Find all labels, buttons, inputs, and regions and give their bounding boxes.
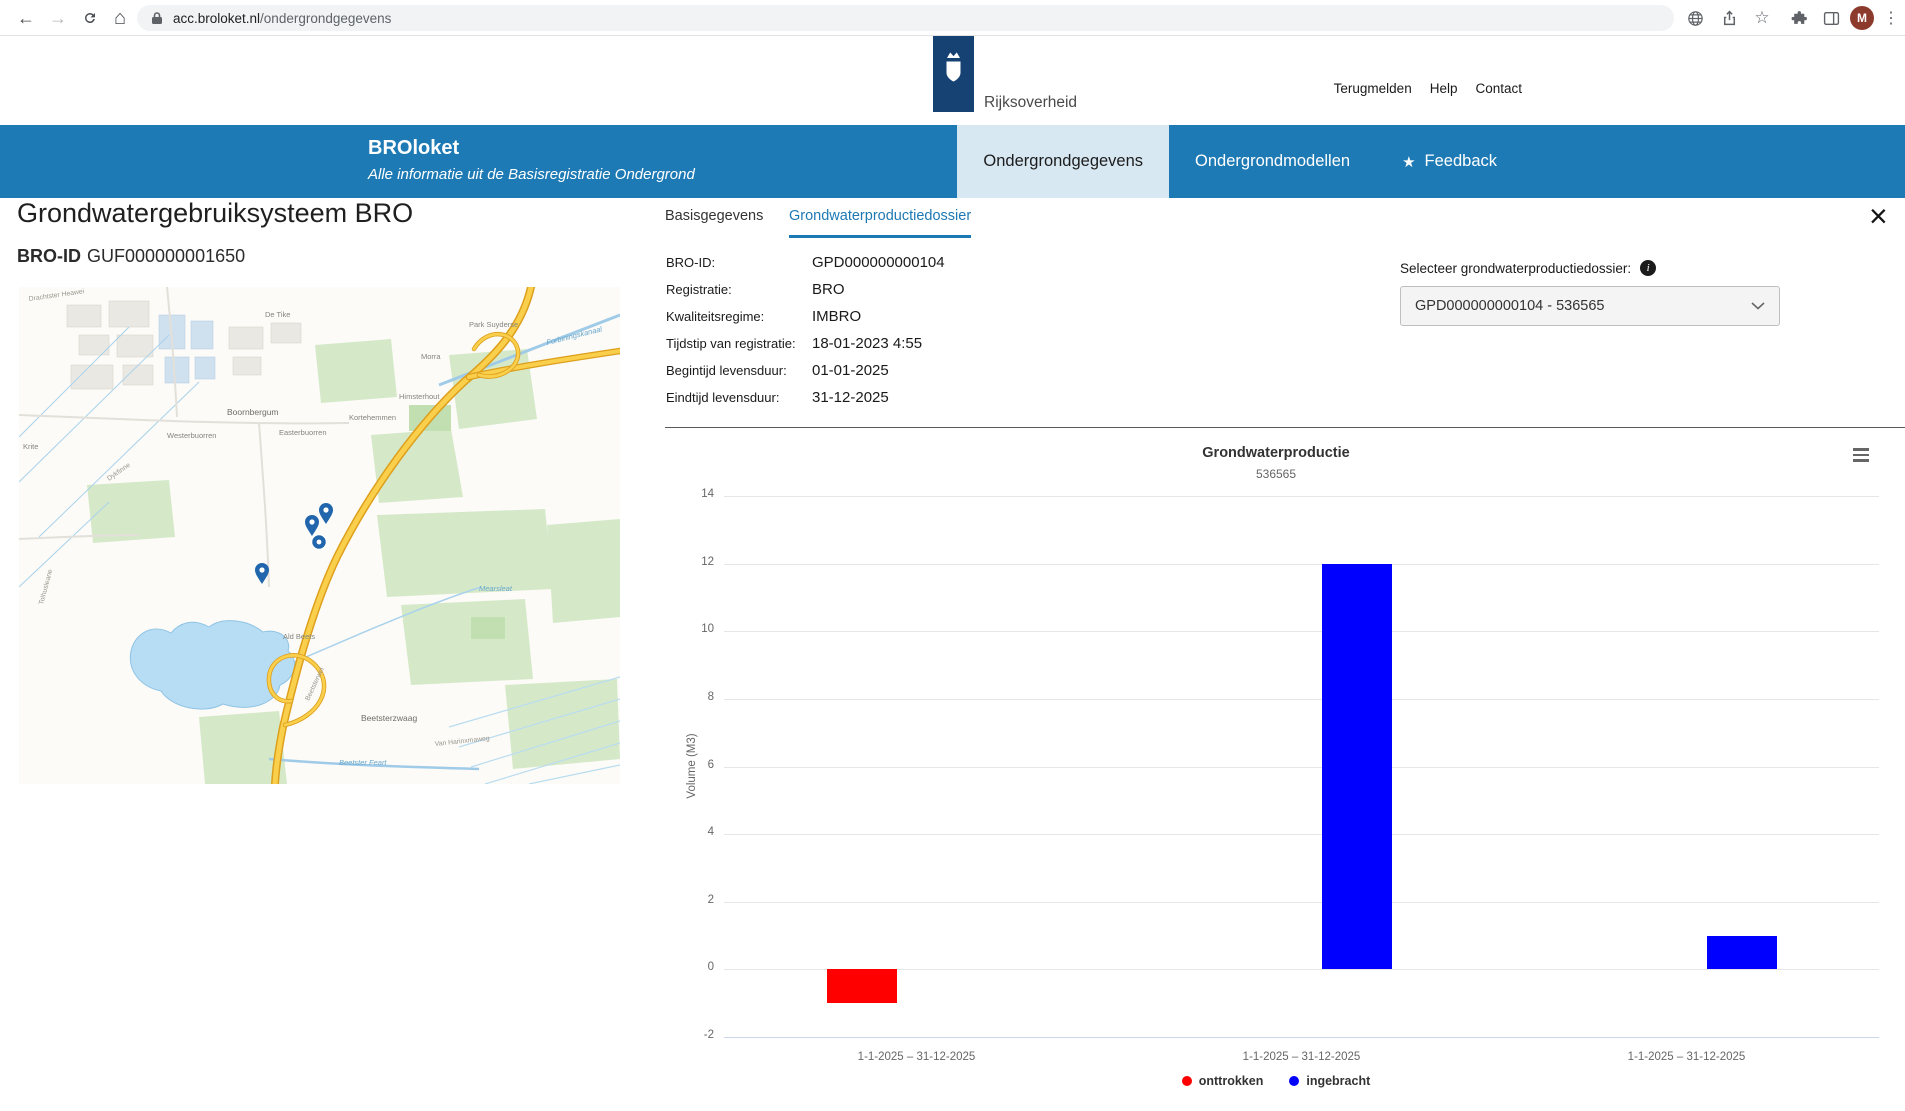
y-gridline (724, 902, 1879, 903)
nav-item-ondergrondgegevens[interactable]: Ondergrondgegevens (957, 125, 1169, 198)
share-icon[interactable] (1720, 9, 1738, 27)
production-chart: Grondwaterproductie 536565 Volume (M3) o… (665, 198, 1905, 1111)
link-terugmelden[interactable]: Terugmelden (1334, 81, 1412, 96)
map-label: Boornbergum (227, 407, 279, 417)
map-label: Krite (23, 442, 38, 451)
extensions-icon[interactable] (1790, 9, 1808, 27)
legend-item-ingebracht[interactable]: ingebracht (1289, 1074, 1370, 1088)
link-contact[interactable]: Contact (1475, 81, 1522, 96)
nav-item-feedback[interactable]: ★ Feedback (1376, 125, 1523, 198)
chart-subtitle: 536565 (665, 467, 1887, 481)
bar-ingebracht[interactable] (1707, 936, 1777, 970)
translate-icon[interactable] (1686, 9, 1704, 27)
y-tick-label: 6 (662, 759, 714, 771)
map-label: Westerbuorren (167, 431, 216, 440)
nav-item-label: Ondergrondmodellen (1195, 152, 1350, 171)
bar-ingebracht[interactable] (1322, 564, 1392, 970)
logo-wordmark: Rijksoverheid (984, 94, 1077, 112)
map-label: Kortehemmen (349, 413, 396, 422)
y-gridline (724, 767, 1879, 768)
legend-label: onttrokken (1199, 1074, 1264, 1088)
map-label: Easterbuorren (279, 428, 327, 437)
nav-item-ondergrondmodellen[interactable]: Ondergrondmodellen (1169, 125, 1376, 198)
map-canvas: Drachtster HeaweiDe TikePark SuyderseMor… (19, 287, 620, 784)
x-category-label: 1-1-2025 – 31-12-2025 (1109, 1051, 1494, 1063)
y-gridline (724, 1037, 1879, 1038)
home-icon[interactable]: ⌂ (106, 4, 134, 32)
bro-id-label: BRO-ID (17, 246, 81, 266)
bar-onttrokken[interactable] (827, 969, 897, 1003)
sidepanel-icon[interactable] (1822, 9, 1840, 27)
bro-id-value: GUF000000001650 (87, 246, 245, 266)
main-navigation: BROloket Alle informatie uit de Basisreg… (0, 125, 1905, 198)
rijksoverheid-logo-icon (933, 36, 974, 112)
y-gridline (724, 699, 1879, 700)
browser-toolbar: ← → ⌂ acc.broloket.nl/ondergrondgegevens… (0, 0, 1905, 36)
x-category-label: 1-1-2025 – 31-12-2025 (1494, 1051, 1879, 1063)
brand-block[interactable]: BROloket Alle informatie uit de Basisreg… (368, 137, 695, 183)
legend-item-onttrokken[interactable]: onttrokken (1182, 1074, 1264, 1088)
legend-marker-icon (1289, 1076, 1299, 1086)
nav-item-label: Ondergrondgegevens (983, 152, 1143, 171)
chart-menu-icon[interactable] (1851, 448, 1871, 464)
profile-avatar[interactable]: M (1850, 6, 1874, 30)
y-gridline (724, 564, 1879, 565)
header-links: Terugmelden Help Contact (1334, 81, 1522, 96)
chart-legend: onttrokken ingebracht (665, 1074, 1887, 1088)
x-category-label: 1-1-2025 – 31-12-2025 (724, 1051, 1109, 1063)
bro-id-line: BRO-ID GUF000000001650 (17, 246, 245, 267)
address-bar[interactable]: acc.broloket.nl/ondergrondgegevens (137, 5, 1674, 31)
y-gridline (724, 834, 1879, 835)
reload-icon[interactable] (76, 4, 104, 32)
y-tick-label: 8 (662, 691, 714, 703)
forward-icon[interactable]: → (44, 4, 72, 32)
y-tick-label: 2 (662, 894, 714, 906)
brand-title: BROloket (368, 137, 695, 160)
url-text: acc.broloket.nl/ondergrondgegevens (173, 11, 391, 26)
y-tick-label: 0 (662, 961, 714, 973)
link-help[interactable]: Help (1430, 81, 1458, 96)
menu-dots-icon[interactable]: ⋮ (1882, 9, 1900, 27)
dossier-panel: Basisgegevens Grondwaterproductiedossier… (665, 198, 1905, 1111)
y-gridline (724, 631, 1879, 632)
y-gridline (724, 969, 1879, 970)
map-label: Mearsleat (479, 584, 513, 593)
bookmark-star-icon[interactable]: ☆ (1753, 9, 1771, 27)
y-tick-label: 12 (662, 556, 714, 568)
location-map[interactable]: Drachtster HeaweiDe TikePark SuyderseMor… (19, 287, 620, 784)
map-label: Ald Beets (283, 632, 315, 641)
map-label: De Tike (265, 310, 290, 319)
page-title: Grondwatergebruiksysteem BRO (17, 198, 413, 229)
brand-tagline: Alle informatie uit de Basisregistratie … (368, 166, 695, 183)
map-label: Himsterhout (399, 392, 440, 401)
chart-title: Grondwaterproductie (665, 445, 1887, 461)
map-marker-icon[interactable] (312, 535, 327, 550)
map-label: Park Suyderse (469, 320, 518, 329)
site-header: Rijksoverheid Terugmelden Help Contact (0, 36, 1905, 125)
y-gridline (724, 496, 1879, 497)
legend-label: ingebracht (1306, 1074, 1370, 1088)
nav-item-label: Feedback (1425, 152, 1497, 171)
y-tick-label: 4 (662, 826, 714, 838)
map-label: Morra (421, 352, 441, 361)
nav-items: Ondergrondgegevens Ondergrondmodellen ★ … (957, 125, 1523, 198)
y-tick-label: -2 (662, 1029, 714, 1041)
map-label: Beetsterzwaag (361, 713, 417, 723)
y-tick-label: 14 (662, 488, 714, 500)
legend-marker-icon (1182, 1076, 1192, 1086)
y-tick-label: 10 (662, 623, 714, 635)
lock-icon (151, 11, 163, 25)
star-icon: ★ (1402, 153, 1415, 171)
map-label: Beetster Feart (339, 758, 387, 767)
back-icon[interactable]: ← (12, 4, 40, 32)
